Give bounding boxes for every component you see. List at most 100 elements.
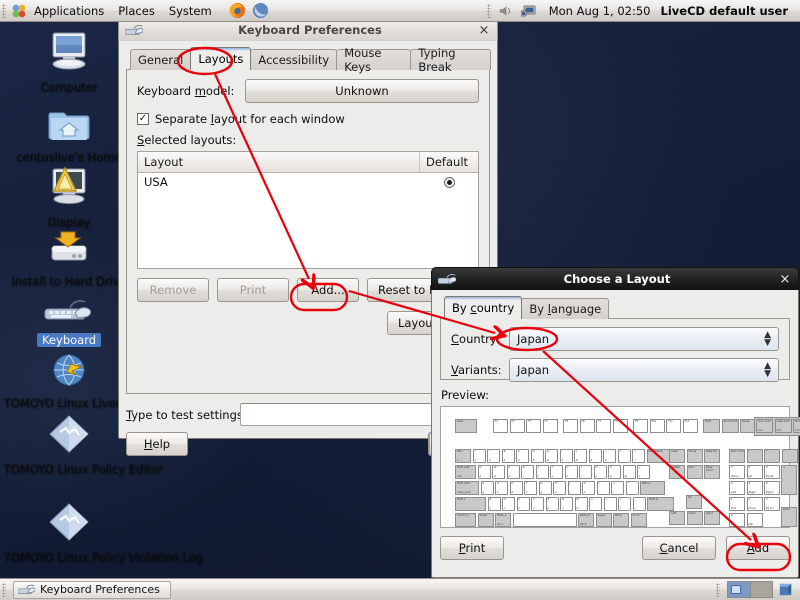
volume-icon[interactable]	[494, 4, 517, 18]
tab-by-country[interactable]: By country	[444, 296, 523, 319]
firefox-icon[interactable]	[226, 2, 249, 19]
variants-row: Variants: Japan ▲ ▼	[451, 358, 779, 382]
bottom-panel[interactable]: Keyboard Preferences	[0, 578, 800, 600]
computer-icon	[4, 30, 134, 78]
choose-layout-notebook: By country By language Country: Japan ▲ ▼	[440, 296, 790, 382]
tab-typing-break[interactable]: Typing Break	[410, 46, 491, 74]
keyboard-model-button[interactable]: Unknown	[245, 79, 479, 103]
panel-grip[interactable]	[2, 3, 6, 18]
diamond-icon	[4, 412, 134, 460]
keyboard-icon	[438, 272, 456, 286]
button-label: Help	[143, 437, 171, 451]
home-folder-icon	[4, 104, 134, 148]
selected-layouts-label: Selected layouts:	[137, 133, 237, 147]
globe-icon	[4, 350, 134, 394]
separate-layout-checkbox[interactable]: ✓ Separate layout for each window	[137, 112, 345, 126]
evolution-icon[interactable]	[249, 2, 272, 19]
desktop-icon-label: TOMOYO Linux Policy Violation Log	[4, 549, 204, 564]
country-value: Japan	[517, 332, 550, 346]
cancel-button[interactable]: Cancel	[642, 536, 716, 560]
table-row[interactable]: USA	[138, 173, 478, 191]
variants-value: Japan	[517, 363, 550, 377]
list-header: Layout Default	[138, 152, 478, 173]
desktop-icon-computer[interactable]: Computer	[4, 30, 134, 93]
country-row: Country: Japan ▲ ▼	[451, 327, 779, 351]
tab-accessibility[interactable]: Accessibility	[250, 49, 338, 70]
network-monitor-icon[interactable]	[517, 4, 541, 18]
tab-label: Mouse Keys	[344, 46, 382, 74]
keyboard-preview: Esca.. F1 F2 F3 F4 F5 F6 F7 F8 F9 F10 F11 F12 Pri…	[440, 406, 800, 528]
taskbar-item-keyboard-preferences[interactable]: Keyboard Preferences	[13, 580, 171, 599]
panel-grip[interactable]	[716, 582, 720, 597]
remove-button[interactable]: Remove	[137, 278, 209, 302]
cell-layout: USA	[144, 175, 168, 189]
keyboard-preferences-title: Keyboard Preferences	[238, 23, 382, 37]
tab-general[interactable]: General	[130, 49, 192, 70]
workspace-1[interactable]	[728, 582, 750, 597]
screen: Computer centoslive's Home Display Insta…	[0, 0, 800, 600]
button-label: Print	[239, 283, 267, 297]
menu-applications[interactable]: Applications	[28, 2, 110, 20]
tab-label: By language	[529, 302, 602, 316]
desktop-icon-display[interactable]: Display	[4, 165, 134, 228]
top-panel[interactable]: Applications Places System Mon Aug 1, 02…	[0, 0, 800, 22]
desktop-icon-install[interactable]: Install to Hard Drive	[4, 230, 134, 287]
tab-label: Layouts	[198, 52, 244, 66]
cell-default[interactable]	[420, 176, 478, 188]
panel-grip[interactable]	[2, 582, 6, 597]
print-layout-button[interactable]: Print	[217, 278, 289, 302]
user-label[interactable]: LiveCD default user	[659, 4, 794, 18]
tab-mouse-keys[interactable]: Mouse Keys	[336, 46, 412, 74]
tab-layouts[interactable]: Layouts	[190, 47, 252, 70]
tab-label: Accessibility	[258, 53, 330, 67]
chevron-updown-icon: ▲ ▼	[764, 361, 771, 379]
tab-label: By country	[452, 301, 515, 315]
desktop-icon-label: centoslive's Home	[16, 149, 122, 164]
tab-by-language[interactable]: By language	[521, 298, 610, 319]
keyboard-preferences-tabs: General Layouts Accessibility Mouse Keys…	[126, 46, 491, 74]
add-button[interactable]: Add...	[297, 278, 359, 302]
layout-options-row: Layout Op	[137, 311, 479, 335]
preview-label: Preview:	[441, 388, 490, 402]
desktop-icon-policy-editor[interactable]: TOMOYO Linux Policy Editor	[4, 412, 163, 475]
gnome-foot-icon[interactable]	[9, 3, 27, 19]
menu-system[interactable]: System	[163, 2, 218, 20]
workspace-switcher[interactable]	[727, 581, 773, 598]
default-radio[interactable]	[443, 176, 455, 188]
country-label: Country:	[451, 332, 500, 346]
print-preview-button[interactable]: Print	[440, 536, 504, 560]
display-icon	[4, 165, 134, 213]
trash-icon[interactable]	[777, 581, 794, 598]
choose-layout-titlebar[interactable]: Choose a Layout ×	[431, 267, 799, 290]
desktop-icon-home[interactable]: centoslive's Home	[4, 104, 134, 163]
close-icon[interactable]: ×	[778, 273, 792, 286]
workspace-2[interactable]	[749, 582, 772, 597]
country-combo[interactable]: Japan ▲ ▼	[509, 327, 779, 351]
desktop-icon-tutorial[interactable]: TOMOYO Linux LiveCD Tutorial	[4, 350, 178, 409]
choose-layout-window[interactable]: Choose a Layout × By country By language…	[431, 267, 800, 578]
keyboard-icon	[125, 23, 143, 37]
close-icon[interactable]: ×	[477, 24, 491, 37]
desktop-icon-label: Install to Hard Drive	[11, 273, 127, 288]
button-label: Add	[746, 541, 770, 555]
button-label: Cancel	[659, 541, 699, 555]
column-header-default[interactable]: Default	[420, 152, 478, 172]
checkbox-glyph: ✓	[137, 113, 149, 125]
help-button[interactable]: Help	[126, 432, 188, 456]
column-header-layout[interactable]: Layout	[138, 152, 420, 172]
variants-combo[interactable]: Japan ▲ ▼	[509, 358, 779, 382]
by-country-page: Country: Japan ▲ ▼ Variants: Japan ▲ ▼	[440, 318, 790, 382]
keyboard-model-value: Unknown	[335, 84, 389, 98]
separate-layout-label: Separate layout for each window	[155, 112, 345, 126]
button-label: Reset to D	[378, 283, 438, 297]
panel-grip[interactable]	[486, 3, 491, 18]
panel-status-area: Mon Aug 1, 02:50 LiveCD default user	[485, 3, 800, 18]
variants-label: Variants:	[451, 363, 502, 377]
desktop-icon-violation-log[interactable]: TOMOYO Linux Policy Violation Log	[4, 500, 204, 564]
add-layout-button[interactable]: Add	[726, 536, 790, 560]
clock[interactable]: Mon Aug 1, 02:50	[541, 4, 659, 18]
selected-layouts-list[interactable]: Layout Default USA	[137, 151, 479, 269]
menu-places[interactable]: Places	[112, 2, 161, 20]
tab-label: Typing Break	[418, 46, 456, 74]
desktop-icon-keyboard[interactable]: Keyboard	[4, 292, 134, 347]
